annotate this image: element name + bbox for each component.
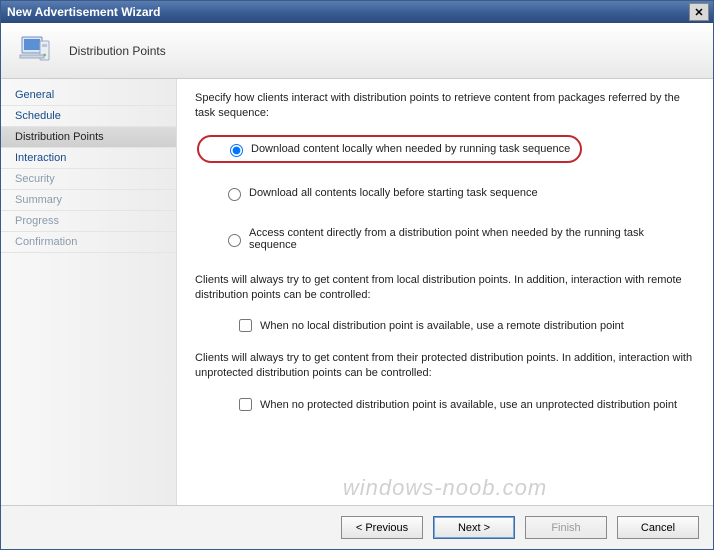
radio-download-before-start[interactable] — [228, 188, 241, 201]
close-icon: ✕ — [694, 6, 703, 19]
close-button[interactable]: ✕ — [689, 3, 709, 21]
nav-item-confirmation: Confirmation — [1, 232, 176, 253]
nav-item-progress: Progress — [1, 211, 176, 232]
nav-item-schedule[interactable]: Schedule — [1, 106, 176, 127]
checkbox-use-unprotected-dp[interactable] — [239, 398, 252, 411]
nav-item-distribution-points[interactable]: Distribution Points — [1, 127, 176, 148]
window-title: New Advertisement Wizard — [7, 5, 689, 19]
instruction-text: Specify how clients interact with distri… — [195, 91, 695, 121]
previous-button[interactable]: < Previous — [341, 516, 423, 539]
nav-item-security: Security — [1, 169, 176, 190]
checkbox-use-remote-dp-label[interactable]: When no local distribution point is avai… — [260, 320, 624, 332]
checkbox-use-remote-dp[interactable] — [239, 319, 252, 332]
checkbox-use-unprotected-dp-label[interactable]: When no protected distribution point is … — [260, 399, 677, 411]
note-unprotected: Clients will always try to get content f… — [195, 351, 695, 381]
nav-item-summary: Summary — [1, 190, 176, 211]
finish-button[interactable]: Finish — [525, 516, 607, 539]
nav-item-general[interactable]: General — [1, 85, 176, 106]
radio-download-when-needed[interactable] — [230, 144, 243, 157]
radio-download-when-needed-label[interactable]: Download content locally when needed by … — [251, 143, 570, 155]
next-button[interactable]: Next > — [433, 516, 515, 539]
radio-access-direct-label[interactable]: Access content directly from a distribut… — [249, 227, 689, 251]
radio-access-direct[interactable] — [228, 234, 241, 247]
wizard-icon — [13, 31, 59, 71]
note-remote: Clients will always try to get content f… — [195, 273, 695, 303]
watermark-text: windows-noob.com — [343, 475, 547, 501]
content-panel: Specify how clients interact with distri… — [177, 79, 713, 505]
nav-item-interaction[interactable]: Interaction — [1, 148, 176, 169]
footer-bar: < Previous Next > Finish Cancel — [1, 505, 713, 549]
radio-download-before-start-label[interactable]: Download all contents locally before sta… — [249, 187, 538, 199]
header-band: Distribution Points — [1, 23, 713, 79]
nav-sidebar: GeneralScheduleDistribution PointsIntera… — [1, 79, 177, 505]
title-bar[interactable]: New Advertisement Wizard ✕ — [1, 1, 713, 23]
wizard-window: New Advertisement Wizard ✕ Distribution … — [0, 0, 714, 550]
cancel-button[interactable]: Cancel — [617, 516, 699, 539]
radio-download-when-needed-highlight: Download content locally when needed by … — [197, 135, 582, 163]
page-title: Distribution Points — [59, 44, 166, 58]
